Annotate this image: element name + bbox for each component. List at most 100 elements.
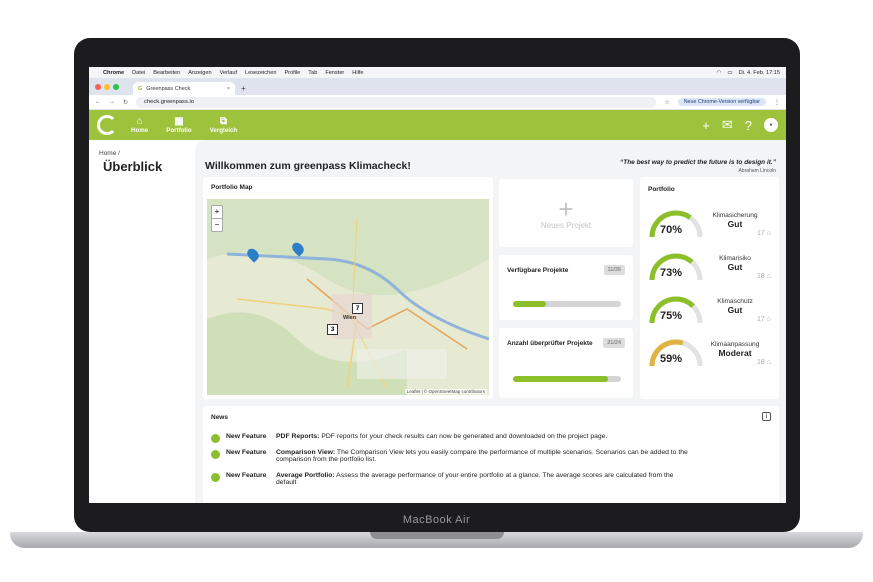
map-city-label: Wien	[343, 315, 357, 321]
news-tag: New Feature	[226, 449, 267, 456]
close-window-icon[interactable]	[95, 83, 101, 90]
available-projects-card: Verfügbare Projekte 11/35	[499, 255, 633, 320]
menu-item-tab[interactable]: Tab	[308, 70, 317, 76]
portfolio-title: Portfolio	[648, 186, 675, 193]
score-count: 17 ⌂	[757, 230, 771, 237]
menu-item-hilfe[interactable]: Hilfe	[352, 70, 363, 76]
battery-icon[interactable]: ▭	[727, 70, 732, 76]
checked-projects-label: Anzahl überprüfter Projekte	[507, 339, 593, 347]
new-tab-icon[interactable]: +	[241, 84, 246, 93]
nav-vergleich-label: Vergleich	[209, 127, 238, 134]
news-item: New Feature Average Portfolio: Assess th…	[211, 472, 691, 486]
score-rating: Gut	[727, 219, 743, 229]
laptop-notch	[370, 532, 504, 539]
back-icon[interactable]: ←	[95, 99, 101, 105]
score-count-value: 18	[757, 359, 765, 366]
nav-vergleich[interactable]: ⧉ Vergleich	[210, 116, 238, 134]
wifi-icon[interactable]: ◠	[716, 70, 721, 76]
score-value: 75%	[660, 310, 683, 322]
info-icon[interactable]: i	[762, 412, 771, 421]
avatar[interactable]: ●	[764, 118, 778, 132]
score-label: Klimasicherung Gut	[704, 212, 766, 229]
url-field[interactable]: check.greenpass.io	[136, 96, 657, 108]
maximize-window-icon[interactable]	[113, 83, 119, 90]
news-item: New Feature Comparison View: The Compari…	[211, 449, 691, 463]
reload-icon[interactable]: ↻	[123, 99, 128, 106]
window-controls	[95, 78, 119, 95]
quote-author: Abraham Lincoln	[738, 168, 776, 174]
portfolio-scores-card: Portfolio 70% Klimasicherung Gut 17 ⌂ 73% Kli…	[640, 177, 779, 399]
nav-portfolio[interactable]: ▦ Portfolio	[166, 116, 191, 134]
score-value: 73%	[660, 267, 683, 279]
building-icon: ⌂	[764, 316, 771, 323]
browser-tab[interactable]: G Greenpass Check ×	[133, 82, 235, 95]
portfolio-map-card: Portfolio Map + − 7 3 Wien Leaflet | © O…	[203, 177, 493, 399]
score-name: Klimaschutz	[717, 298, 753, 305]
score-name: Klimarisiko	[719, 255, 751, 262]
quote-text: “The best way to predict the future is t…	[619, 159, 776, 166]
available-projects-progress	[513, 301, 621, 307]
nav-portfolio-label: Portfolio	[166, 127, 192, 134]
favicon-icon: G	[138, 85, 143, 92]
menu-item-fenster[interactable]: Fenster	[325, 70, 344, 76]
mac-menu-bar: Chrome Datei Bearbeiten Anzeigen Verlauf…	[89, 67, 786, 78]
news-item: New Feature PDF Reports: PDF reports for…	[211, 433, 691, 443]
breadcrumb[interactable]: Home /	[99, 150, 120, 157]
screen: Chrome Datei Bearbeiten Anzeigen Verlauf…	[89, 67, 786, 503]
score-count: 17 ⌂	[757, 316, 771, 323]
nav-home[interactable]: ⌂ Home	[131, 116, 148, 134]
compare-icon: ⧉	[219, 116, 227, 127]
building-icon: ▦	[174, 116, 184, 127]
available-projects-badge: 11/35	[603, 265, 625, 275]
score-count: 18 ⌂	[757, 273, 771, 280]
news-body: PDF reports for your check results can n…	[319, 433, 608, 440]
map-title: Portfolio Map	[211, 184, 253, 191]
add-icon[interactable]: +	[702, 118, 710, 133]
mail-icon[interactable]: ✉	[722, 117, 733, 133]
forward-icon[interactable]: →	[109, 99, 115, 105]
map-tiles	[207, 199, 489, 395]
page-title: Überblick	[103, 159, 163, 174]
new-project-card[interactable]: + Neues Projekt	[499, 179, 633, 247]
star-icon[interactable]: ☆	[664, 99, 669, 106]
menu-item-anzeigen[interactable]: Anzeigen	[188, 70, 211, 76]
news-badge-icon	[211, 473, 220, 482]
zoom-out-button[interactable]: −	[212, 219, 222, 231]
new-project-label: Neues Projekt	[540, 220, 592, 230]
menu-item-lesezeichen[interactable]: Lesezeichen	[245, 70, 276, 76]
breadcrumb-home[interactable]: Home	[99, 150, 116, 157]
minimize-window-icon[interactable]	[104, 83, 110, 90]
score-count-value: 18	[757, 273, 765, 280]
checked-projects-card: Anzahl überprüfter Projekte 21/24	[499, 328, 633, 398]
menu-dots-icon[interactable]: ⋮	[774, 99, 780, 106]
chrome-update-button[interactable]: Neue Chrome-Version verfügbar	[677, 98, 766, 106]
nav-actions: + ✉ ? ●	[702, 117, 778, 133]
close-tab-icon[interactable]: ×	[227, 86, 230, 92]
map-attribution[interactable]: Leaflet | © OpenStreetMap contributors	[404, 389, 487, 394]
clock-text[interactable]: Di. 4. Feb. 17:15	[739, 70, 780, 76]
zoom-in-button[interactable]: +	[212, 206, 222, 219]
score-count: 18 ⌂	[757, 359, 771, 366]
menu-item-verlauf[interactable]: Verlauf	[220, 70, 237, 76]
score-value: 70%	[660, 224, 683, 236]
menu-item-datei[interactable]: Datei	[132, 70, 145, 76]
news-title: News	[211, 414, 228, 421]
news-body: Assess the average performance of your e…	[276, 472, 674, 486]
menu-item-profile[interactable]: Profile	[284, 70, 300, 76]
map-cluster-marker[interactable]: 3	[327, 324, 338, 335]
map-view[interactable]: + − 7 3 Wien Leaflet | © OpenStreetMap c…	[207, 199, 489, 395]
building-icon: ⌂	[764, 230, 771, 237]
quote: “The best way to predict the future is t…	[620, 159, 776, 174]
map-zoom-control: + −	[211, 205, 223, 232]
score-rating: Moderat	[718, 348, 752, 358]
menu-item-bearbeiten[interactable]: Bearbeiten	[153, 70, 180, 76]
news-body: The Comparison View lets you easily comp…	[276, 449, 688, 463]
news-head: Comparison View:	[276, 449, 336, 456]
menu-app-name[interactable]: Chrome	[103, 70, 124, 76]
news-head: PDF Reports:	[276, 433, 320, 440]
score-label: Klimarisiko Gut	[704, 255, 766, 272]
plus-icon: +	[558, 193, 574, 224]
help-icon[interactable]: ?	[745, 118, 752, 133]
map-cluster-marker[interactable]: 7	[352, 303, 363, 314]
greenpass-logo[interactable]	[97, 115, 117, 135]
